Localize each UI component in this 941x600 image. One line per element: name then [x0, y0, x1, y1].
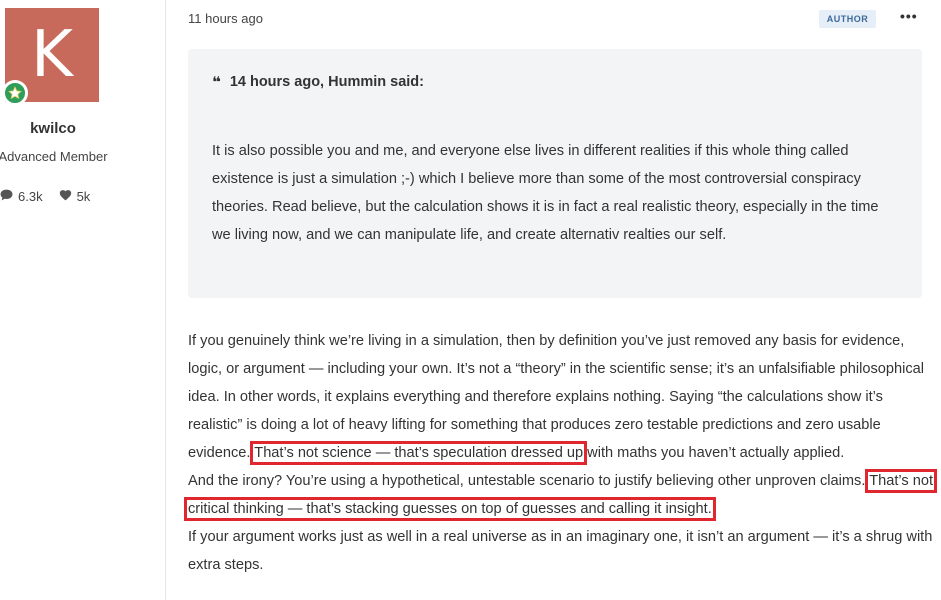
comment-icon	[0, 189, 13, 204]
posts-count: 6.3k	[18, 189, 43, 204]
heart-icon	[59, 189, 72, 204]
quote-icon: ❝	[212, 74, 221, 91]
post-content: If you genuinely think we’re living in a…	[183, 327, 938, 579]
paragraph-3: If your argument works just as well in a…	[188, 529, 933, 573]
posts-stat: 6.3k	[0, 189, 43, 204]
rank-badge-icon	[2, 80, 28, 106]
paragraph-2-text: And the irony? You’re using a hypothetic…	[188, 473, 866, 489]
quote-header: ❝ 14 hours ago, Hummin said:	[212, 73, 898, 91]
author-name[interactable]: kwilco	[0, 120, 106, 137]
paragraph-2: And the irony? You’re using a hypothetic…	[183, 467, 938, 523]
column-divider	[165, 0, 166, 600]
author-panel: K kwilco Advanced Member 6.3k 5k	[0, 0, 165, 600]
quote-block: ❝ 14 hours ago, Hummin said: It is also …	[188, 49, 922, 298]
paragraph-1-text: If you genuinely think we’re living in a…	[188, 333, 925, 461]
paragraph-1-continued: with maths you haven’t actually applied.	[587, 445, 845, 461]
highlighted-text: That’s not science — that’s speculation …	[250, 441, 588, 465]
reputation-stat: 5k	[59, 189, 91, 204]
author-rank: Advanced Member	[0, 149, 108, 164]
post-timestamp[interactable]: 11 hours ago	[188, 11, 263, 26]
author-stats: 6.3k 5k	[0, 189, 90, 204]
paragraph-1: If you genuinely think we’re living in a…	[188, 327, 934, 467]
quote-text: It is also possible you and me, and ever…	[212, 143, 879, 243]
author-badge: AUTHOR	[819, 10, 876, 28]
reputation-count: 5k	[76, 189, 91, 204]
quote-citation[interactable]: 14 hours ago, Hummin said:	[230, 74, 424, 90]
more-options-button[interactable]: •••	[900, 8, 918, 24]
